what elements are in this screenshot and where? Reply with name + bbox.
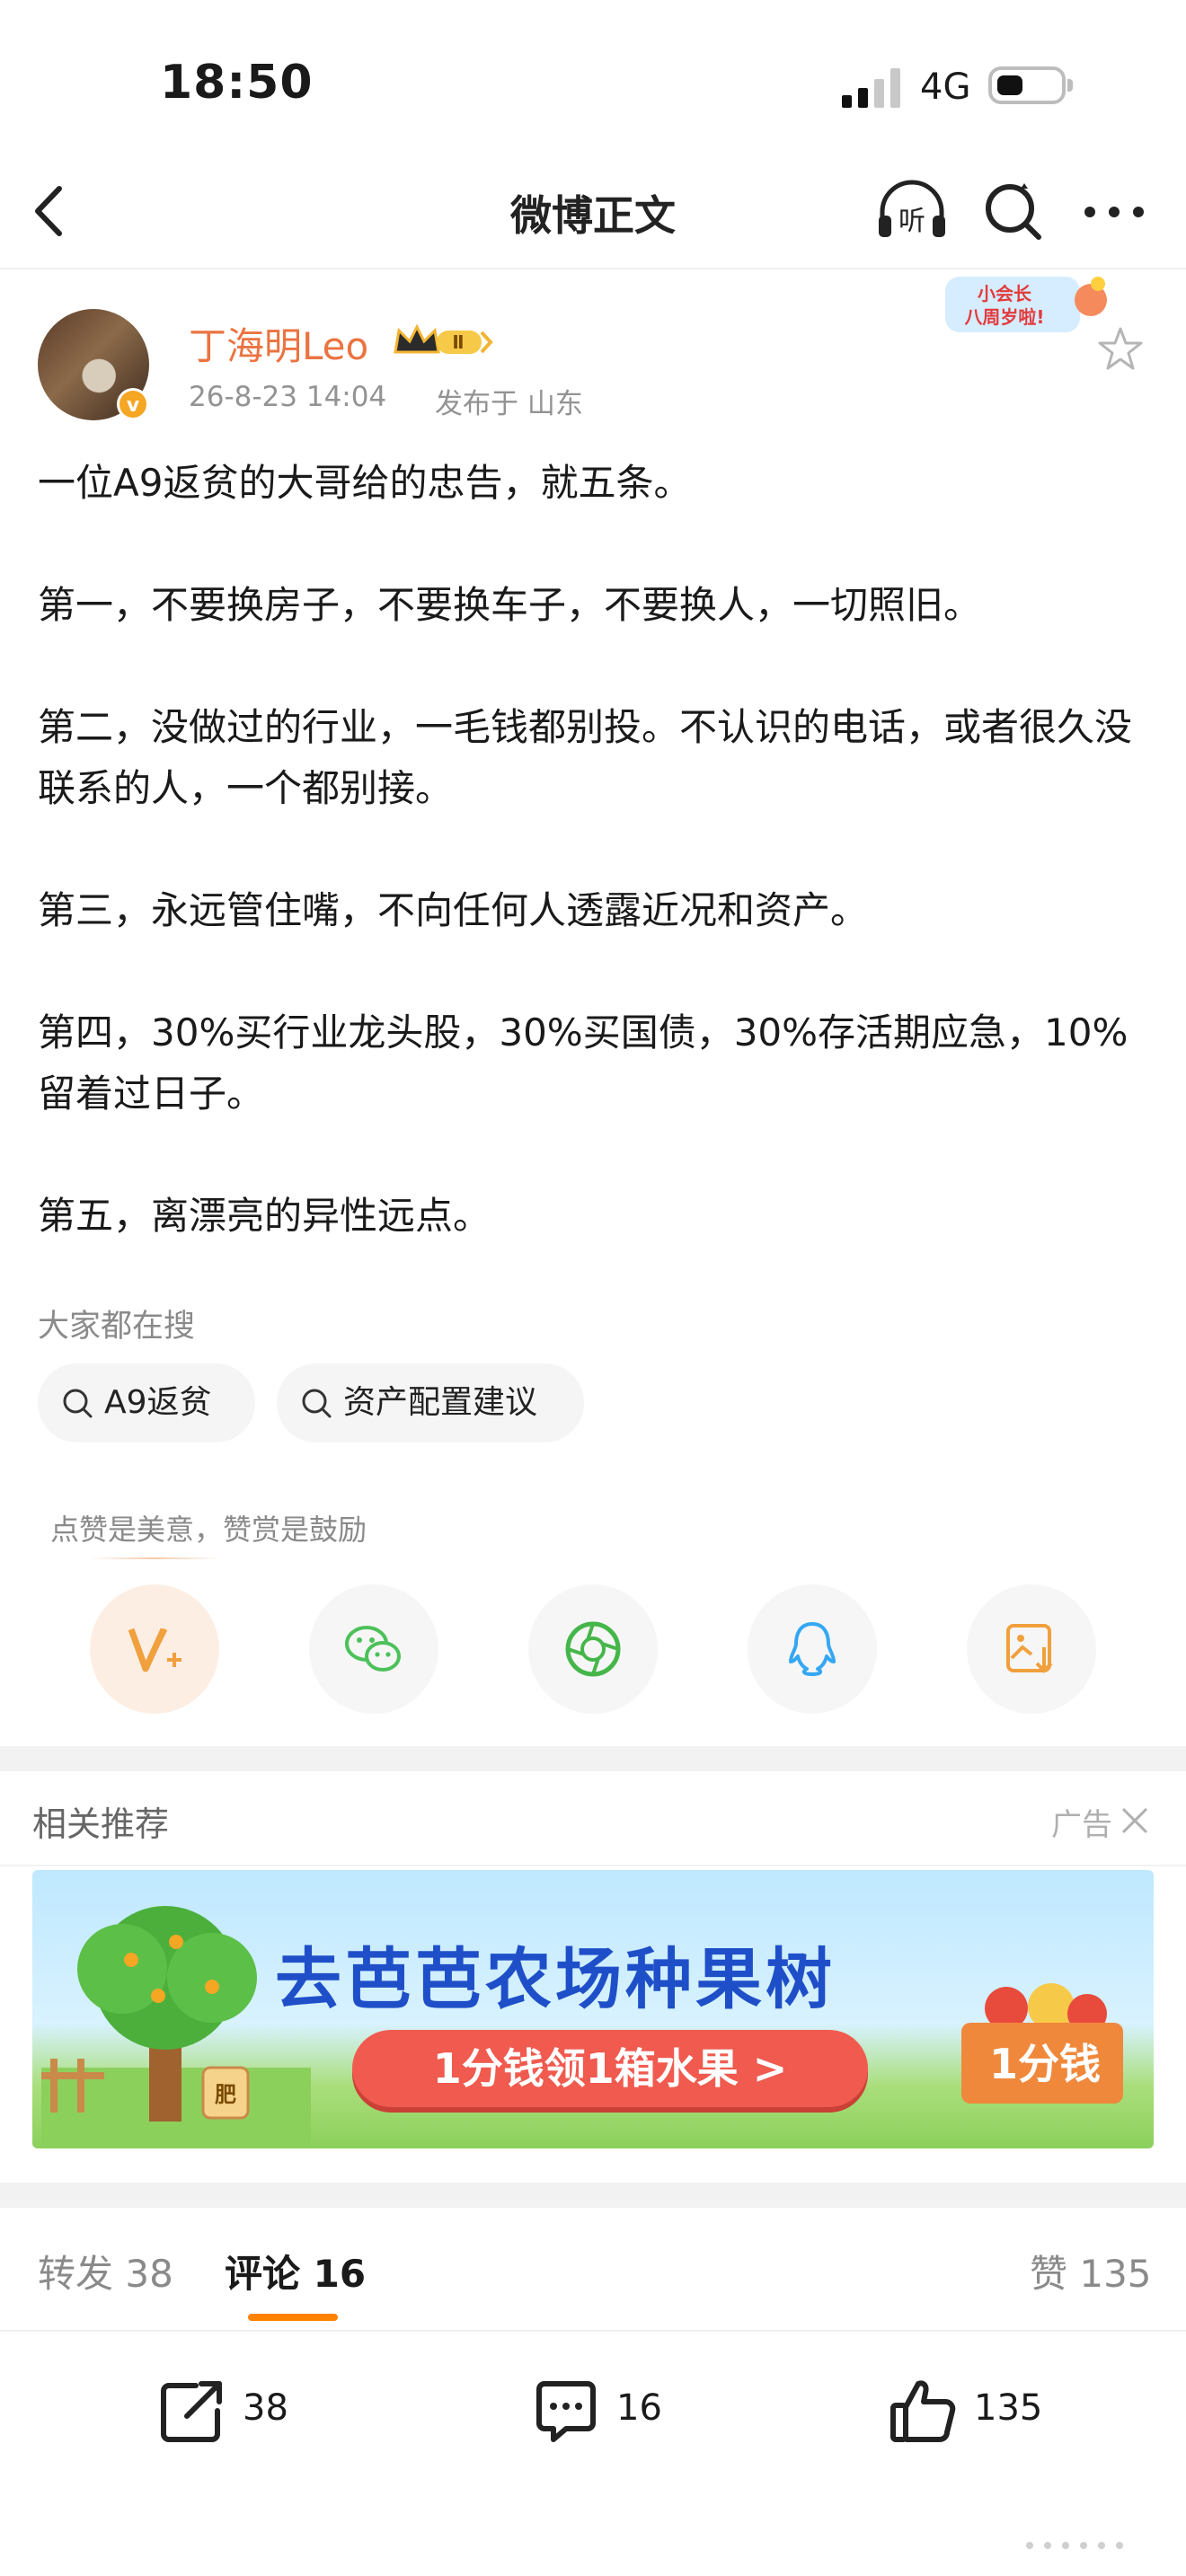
close-icon[interactable]	[1120, 1805, 1150, 1836]
svg-text:听: 听	[898, 206, 925, 237]
comment-button[interactable]: 16	[530, 2375, 692, 2447]
ad-banner[interactable]: 肥 去芭芭农场种果树 1分钱领1箱水果 > 1分钱	[32, 1870, 1154, 2148]
post-paragraph: 第二，没做过的行业，一毛钱都别投。不认识的电话，或者很久没联系的人，一个都别接。	[38, 705, 1133, 810]
member-level: Ⅱ	[452, 331, 464, 353]
author-name[interactable]: 丁海明Leo	[189, 316, 368, 371]
trending-search-label: 大家都在搜	[38, 1309, 196, 1345]
repost-count: 38	[243, 2387, 288, 2429]
qq-icon	[789, 1622, 836, 1676]
section-gap	[0, 2183, 1186, 2208]
share-wechat-button[interactable]	[309, 1584, 438, 1714]
search-chip[interactable]: A9返贫	[38, 1363, 255, 1442]
member-crown-icon[interactable]: Ⅱ	[392, 322, 494, 361]
save-image-button[interactable]	[967, 1584, 1096, 1714]
post-paragraph: 第一，不要换房子，不要换车子，不要换人，一切照旧。	[38, 583, 982, 627]
like-count: 135	[974, 2387, 1043, 2429]
search-icon[interactable]	[981, 180, 1044, 243]
anniversary-sticker[interactable]: 小会长 八周岁啦!	[942, 269, 1112, 338]
sticker-line2: 八周岁啦!	[964, 306, 1044, 328]
post-location: 发布于 山东	[435, 388, 583, 420]
reward-hint: 点赞是美意，赞赏是鼓励	[50, 1513, 367, 1547]
ad-title: 去芭芭农场种果树	[275, 1941, 836, 2018]
network-type: 4G	[920, 66, 971, 108]
signal-icon	[842, 65, 901, 108]
share-moments-button[interactable]	[528, 1584, 658, 1714]
repost-icon	[161, 2381, 222, 2442]
ad-bucket-label: 肥	[215, 2082, 236, 2107]
tab-like[interactable]: 赞 135	[1030, 2244, 1152, 2298]
share-qq-button[interactable]	[748, 1584, 877, 1714]
status-time: 18:50	[160, 56, 314, 110]
reward-button[interactable]	[90, 1584, 219, 1714]
tabs-divider	[0, 2330, 1186, 2332]
verified-badge-icon: v	[117, 388, 149, 420]
wechat-icon	[345, 1626, 401, 1672]
post-time: 26-8-23 14:04	[189, 381, 387, 413]
search-chip[interactable]: 资产配置建议	[277, 1363, 584, 1442]
like-button[interactable]: 135	[888, 2375, 1067, 2447]
search-icon	[302, 1389, 332, 1418]
section-gap	[0, 1746, 1186, 1771]
comment-count: 16	[616, 2387, 662, 2429]
related-divider	[0, 1865, 1186, 1866]
search-chip-label: A9返贫	[104, 1384, 212, 1421]
search-chip-label: 资产配置建议	[343, 1384, 538, 1421]
reward-icon	[128, 1628, 181, 1672]
ad-price-tag: 1分钱	[988, 2040, 1101, 2088]
repost-button[interactable]: 38	[156, 2375, 318, 2447]
post-paragraph: 第四，30%买行业龙头股，30%买国债，30%存活期应急，10%留着过日子。	[38, 1010, 1128, 1116]
ad-cta-button[interactable]: 1分钱领1箱水果 >	[352, 2030, 868, 2107]
ad-label: 广告	[1051, 1807, 1112, 1843]
battery-icon	[988, 66, 1073, 104]
post-paragraph: 第五，离漂亮的异性远点。	[38, 1194, 491, 1238]
post-paragraph: 第三，永远管住嘴，不向任何人透露近况和资产。	[38, 888, 869, 932]
sticker-line1: 小会长	[978, 283, 1032, 304]
fruit-tree-icon: 肥	[41, 1906, 311, 2148]
moments-icon	[565, 1621, 621, 1677]
post-paragraph: 一位A9返贫的大哥给的忠告，就五条。	[38, 461, 692, 505]
reward-hint-divider	[90, 1557, 219, 1559]
related-title: 相关推荐	[32, 1804, 170, 1844]
tab-comment[interactable]: 评论 16	[225, 2244, 366, 2298]
watermark-dots	[1026, 2542, 1123, 2549]
listen-headphone-icon[interactable]: 听	[873, 178, 951, 243]
save-image-icon	[1006, 1624, 1053, 1673]
favorite-star-icon[interactable]	[1096, 325, 1145, 374]
search-icon	[63, 1389, 93, 1418]
comment-icon	[536, 2381, 596, 2442]
more-icon[interactable]	[1083, 205, 1146, 219]
tab-active-indicator	[248, 2314, 338, 2321]
thumbs-up-icon	[890, 2380, 956, 2442]
tab-repost[interactable]: 转发 38	[38, 2244, 173, 2298]
